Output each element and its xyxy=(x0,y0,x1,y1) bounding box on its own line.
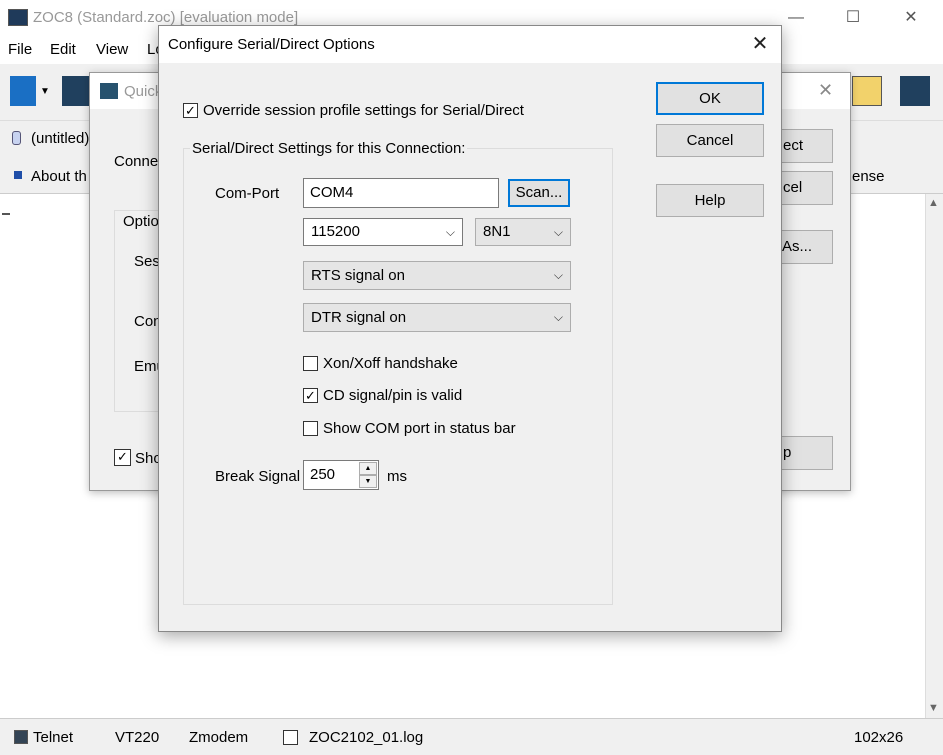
quick-connect-icon[interactable] xyxy=(62,76,90,106)
rts-value: RTS signal on xyxy=(311,267,405,284)
serial-settings-group-label: Serial/Direct Settings for this Connecti… xyxy=(190,140,468,157)
ok-button[interactable]: OK xyxy=(656,82,764,115)
spin-down-icon[interactable]: ▼ xyxy=(359,475,377,488)
break-signal-value: 250 xyxy=(310,466,336,483)
show-com-port-checkbox[interactable] xyxy=(303,421,318,436)
qc-show-checkbox[interactable]: ✓ xyxy=(114,449,131,466)
status-logfile[interactable]: ZOC2102_01.log xyxy=(309,729,423,746)
cancel-button[interactable]: Cancel xyxy=(656,124,764,157)
override-checkbox[interactable]: ✓ xyxy=(183,103,198,118)
break-signal-label: Break Signal xyxy=(215,468,301,485)
serial-settings-group xyxy=(183,148,613,605)
main-window-title: ZOC8 (Standard.zoc) [evaluation mode] xyxy=(33,9,299,26)
session-tab-icon xyxy=(12,131,21,145)
scroll-up-icon[interactable]: ▲ xyxy=(928,197,939,209)
close-button[interactable]: ✕ xyxy=(888,0,934,36)
bookmark-license[interactable]: ense xyxy=(852,168,885,185)
quick-connect-title: Quick xyxy=(124,83,163,100)
break-signal-unit: ms xyxy=(387,468,407,485)
chevron-down-icon: ⌵ xyxy=(553,225,563,239)
dtr-value: DTR signal on xyxy=(311,309,407,326)
comport-label: Com-Port xyxy=(215,185,280,202)
connection-status-icon xyxy=(14,730,28,744)
menu-view[interactable]: View xyxy=(96,41,128,58)
chevron-down-icon: ⌵ xyxy=(553,310,563,324)
xon-xoff-checkbox[interactable] xyxy=(303,356,318,371)
notes-icon[interactable] xyxy=(852,76,882,106)
baud-rate-select[interactable]: 115200 ⌵ xyxy=(303,218,463,246)
data-format-value: 8N1 xyxy=(483,223,511,240)
scroll-down-icon[interactable]: ▼ xyxy=(928,702,939,714)
cd-signal-label[interactable]: CD signal/pin is valid xyxy=(323,387,462,404)
qc-options-label: Optio xyxy=(123,213,159,230)
app-icon xyxy=(8,9,28,26)
xon-xoff-label[interactable]: Xon/Xoff handshake xyxy=(323,355,458,372)
dtr-select[interactable]: DTR signal on ⌵ xyxy=(303,303,571,332)
status-size: 102x26 xyxy=(854,729,904,746)
dropdown-arrow-icon[interactable]: ▼ xyxy=(40,86,50,97)
comport-input[interactable]: COM4 xyxy=(303,178,499,208)
status-protocol[interactable]: Telnet xyxy=(33,729,73,746)
bookmark-about[interactable]: About th xyxy=(31,168,87,185)
dialog-title: Configure Serial/Direct Options xyxy=(168,36,375,53)
status-transfer[interactable]: Zmodem xyxy=(189,729,248,746)
status-log-checkbox[interactable] xyxy=(283,730,298,745)
baud-rate-value: 115200 xyxy=(311,223,360,240)
vertical-scrollbar[interactable] xyxy=(925,194,943,718)
menu-edit[interactable]: Edit xyxy=(50,41,76,58)
address-book-icon[interactable] xyxy=(10,76,36,106)
quick-connect-close-icon[interactable]: ✕ xyxy=(818,80,833,101)
dialog-close-icon[interactable]: ✕ xyxy=(745,30,775,58)
menu-file[interactable]: File xyxy=(8,41,32,58)
terminal-cursor xyxy=(2,213,10,215)
bookmark-icon xyxy=(14,171,22,179)
rts-select[interactable]: RTS signal on ⌵ xyxy=(303,261,571,290)
spin-up-icon[interactable]: ▲ xyxy=(359,462,377,475)
show-com-port-label[interactable]: Show COM port in status bar xyxy=(323,420,516,437)
quick-connect-title-icon xyxy=(100,83,118,99)
data-format-select[interactable]: 8N1 ⌵ xyxy=(475,218,571,246)
qc-options-group xyxy=(114,210,164,412)
override-label[interactable]: Override session profile settings for Se… xyxy=(203,102,524,119)
cd-signal-checkbox[interactable]: ✓ xyxy=(303,388,318,403)
scan-button[interactable]: Scan... xyxy=(508,179,570,207)
maximize-button[interactable]: ☐ xyxy=(830,0,876,36)
chevron-down-icon: ⌵ xyxy=(445,225,455,239)
help-button[interactable]: Help xyxy=(656,184,764,217)
chevron-down-icon: ⌵ xyxy=(553,268,563,282)
status-emulation[interactable]: VT220 xyxy=(115,729,159,746)
session-tab[interactable]: (untitled) xyxy=(31,130,89,147)
terminal-icon[interactable] xyxy=(900,76,930,106)
